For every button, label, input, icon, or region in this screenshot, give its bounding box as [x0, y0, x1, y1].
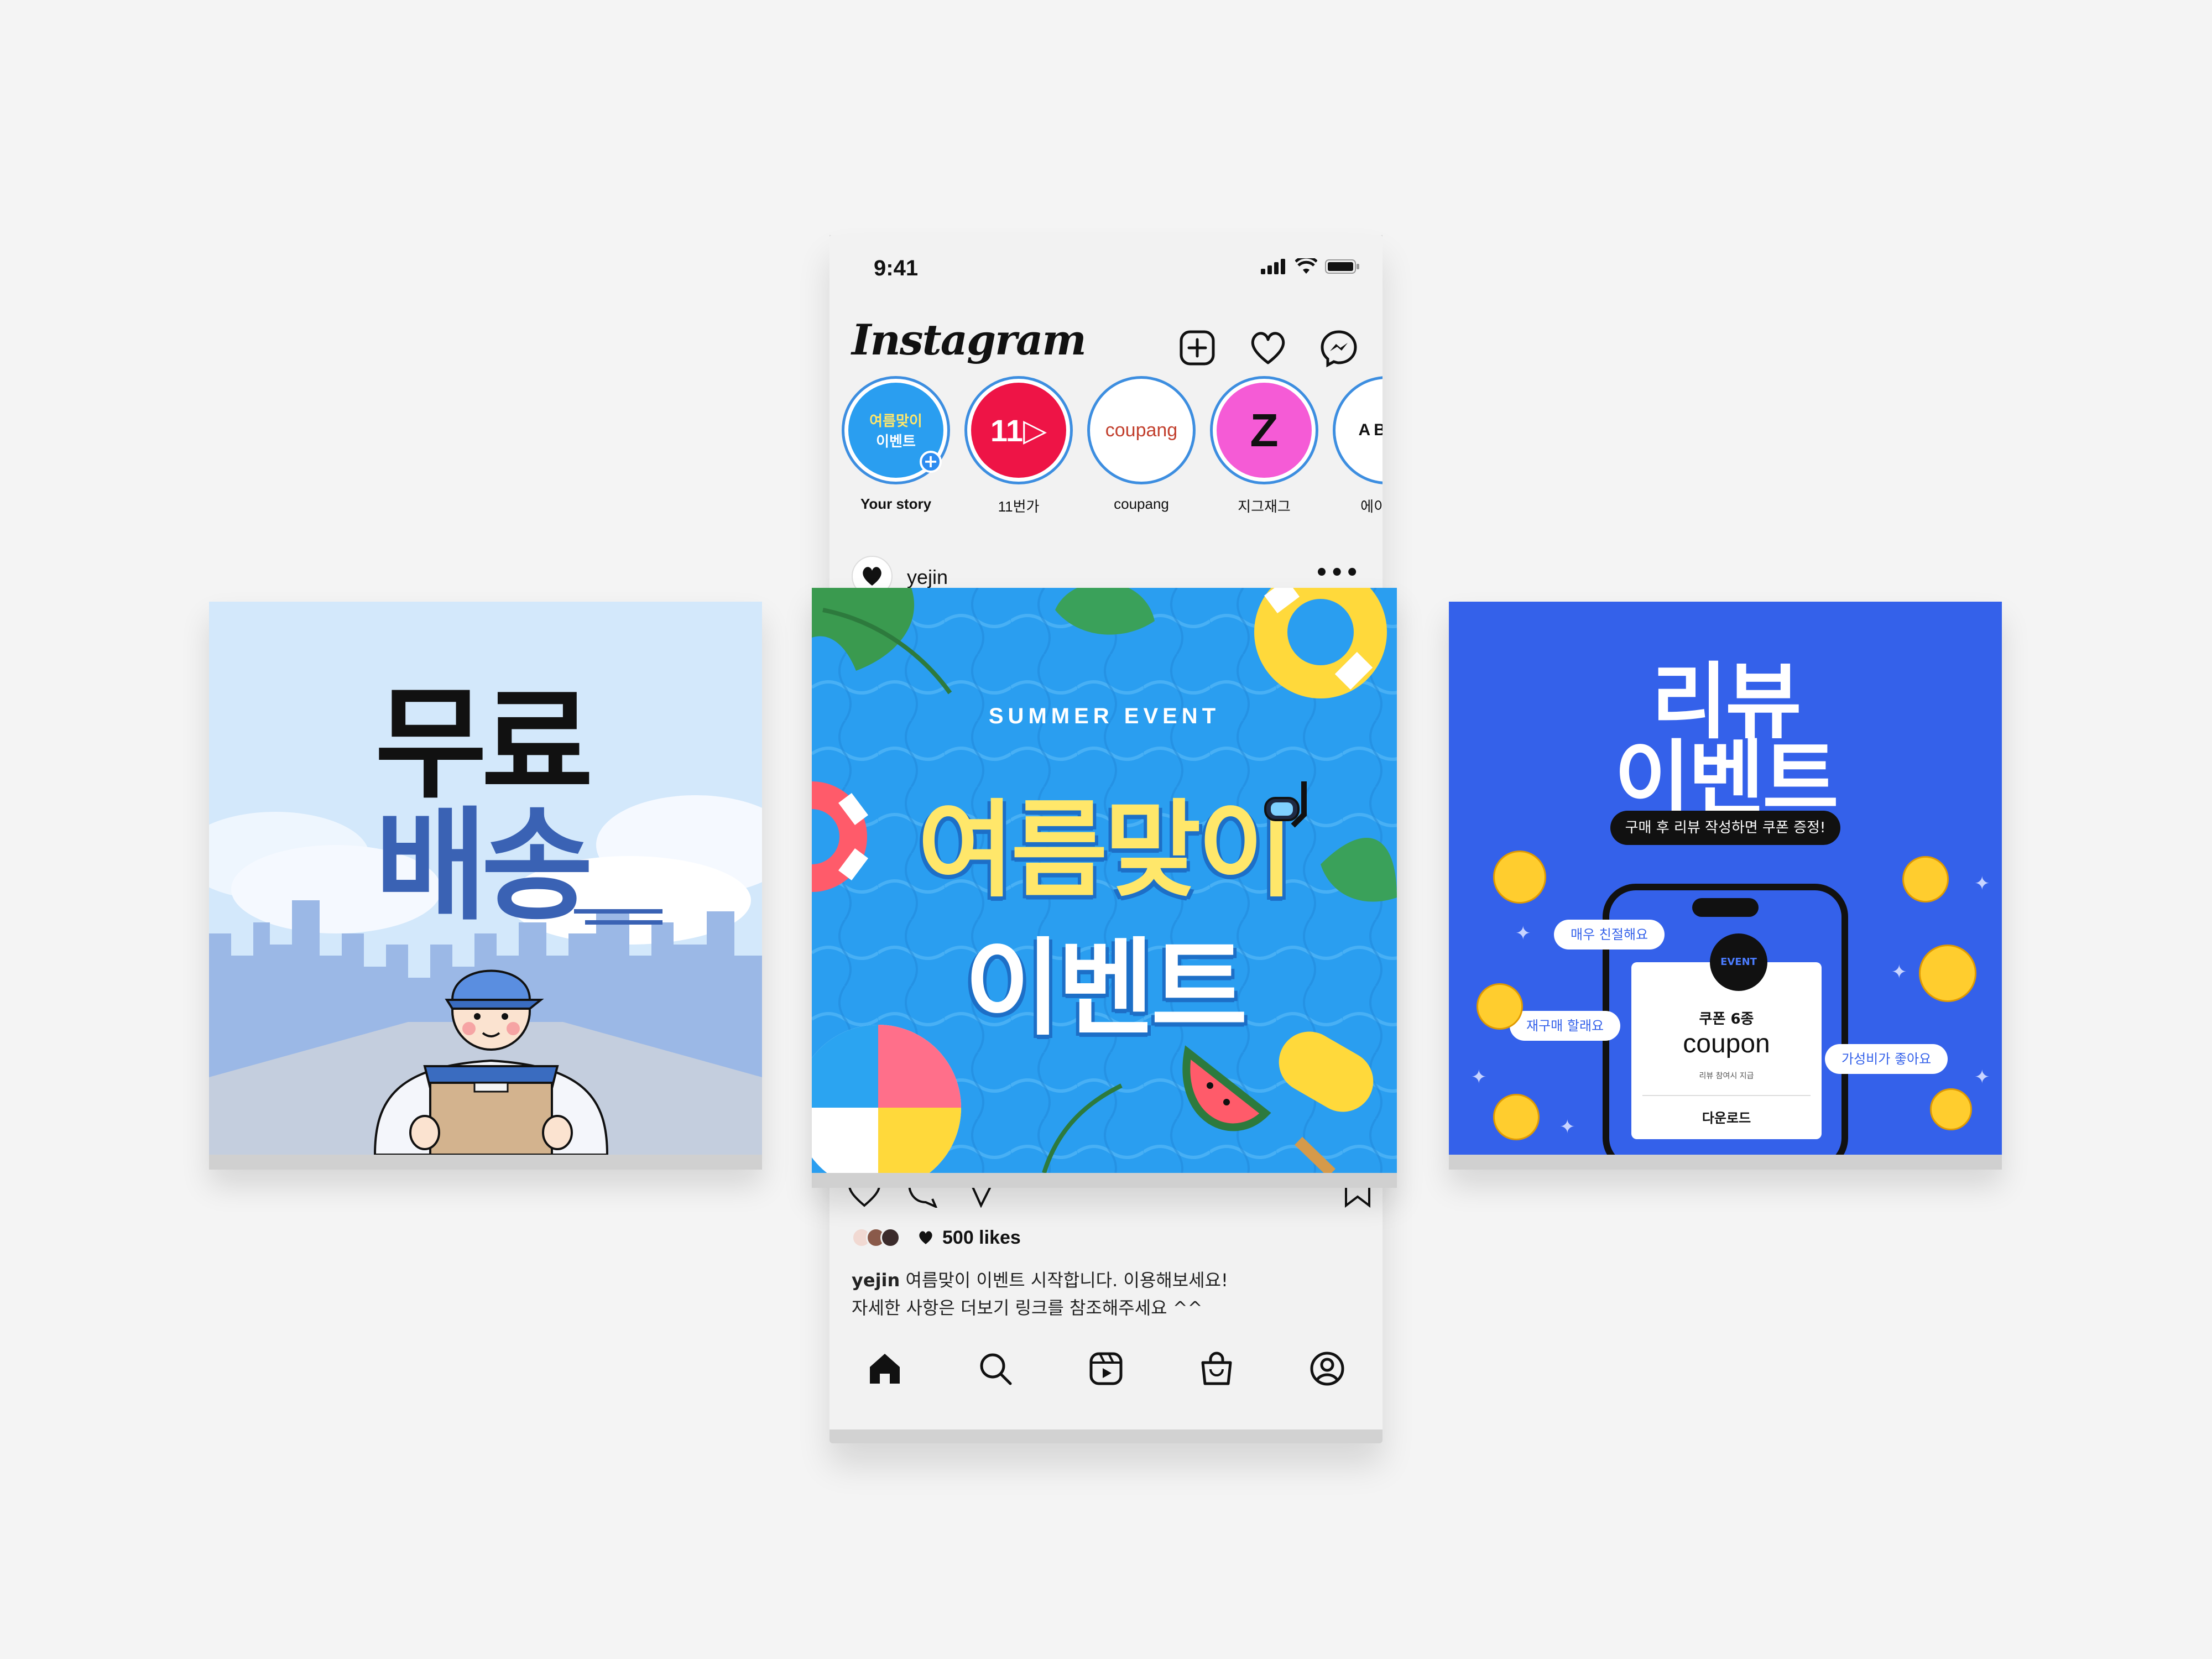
story-11st[interactable]: 11 ▷ 11번가	[963, 376, 1074, 516]
instagram-logo[interactable]: Instagram	[852, 315, 1087, 364]
sparkle-icon: ✦	[1891, 961, 1907, 983]
post-username[interactable]: yejin	[907, 566, 948, 589]
delivery-person-illustration	[373, 969, 609, 1155]
sparkle-icon: ✦	[1974, 1066, 1990, 1088]
phone-notch	[1692, 898, 1759, 917]
joy-emoji-icon	[1930, 1088, 1972, 1130]
coupon-divider	[1642, 1095, 1811, 1096]
cool-emoji-icon	[1477, 983, 1523, 1030]
story-zigzag[interactable]: Z 지그재그	[1209, 376, 1319, 516]
coupon-title: coupon	[1683, 1029, 1770, 1058]
caption-text: 여름맞이 이벤트 시작합니다. 이용해보세요!	[905, 1270, 1228, 1291]
story-avatar-ring: 여름맞이 이벤트 +	[842, 376, 950, 484]
summer-event-card[interactable]: SUMMER EVENT 여름맞이 이벤트	[812, 588, 1397, 1173]
stories-row: 여름맞이 이벤트 + Your story 11 ▷ 11번가 coupang	[841, 376, 1383, 520]
liked-by-avatars[interactable]	[852, 1228, 900, 1248]
bottom-tab-bar	[830, 1335, 1383, 1402]
review-bubble: 재구매 할래요	[1510, 1011, 1621, 1041]
add-story-icon[interactable]: +	[920, 451, 942, 473]
caption-text: 자세한 사항은 더보기 링크를 참조해주세요 ^^	[852, 1297, 1203, 1318]
grin-emoji-icon	[1493, 1094, 1540, 1140]
review-bubble: 가성비가 좋아요	[1825, 1044, 1948, 1074]
story-avatar-ring: 11 ▷	[964, 376, 1073, 484]
story-avatar-ring: ABLY	[1333, 376, 1383, 484]
story-label: 11번가	[998, 498, 1040, 515]
summer-event-label: SUMMER EVENT	[988, 704, 1220, 728]
story-avatar: Z	[1217, 383, 1312, 478]
event-badge: EVENT	[1710, 933, 1767, 991]
ably-logo: ABLY	[1358, 421, 1383, 439]
search-icon[interactable]	[976, 1349, 1015, 1388]
home-icon[interactable]	[865, 1349, 904, 1388]
story-avatar: ABLY	[1339, 383, 1383, 478]
snorkel-icon	[1264, 781, 1307, 828]
story-label: Your story	[860, 495, 932, 512]
sparkle-icon: ✦	[1471, 1066, 1487, 1088]
review-event-pill: 구매 후 리뷰 작성하면 쿠폰 증정!	[1610, 811, 1840, 845]
signal-icon	[1261, 259, 1285, 274]
status-time: 9:41	[874, 256, 919, 280]
caption-username[interactable]: yejin	[852, 1270, 900, 1291]
free-shipping-card: 무료 배송	[209, 602, 762, 1155]
story-ably[interactable]: ABLY 에이블리	[1332, 376, 1383, 516]
reels-icon[interactable]	[1087, 1349, 1125, 1388]
heart-avatar-icon	[863, 567, 881, 586]
story-label: 에이블리	[1360, 498, 1383, 515]
11st-logo: 11	[990, 413, 1024, 448]
messenger-icon[interactable]	[1317, 326, 1360, 369]
sparkle-icon: ✦	[1974, 873, 1990, 895]
story-coupang[interactable]: coupang coupang	[1086, 376, 1197, 513]
review-event-card[interactable]: 리뷰 이벤트 구매 후 리뷰 작성하면 쿠폰 증정! EVENT 쿠폰 6종 c…	[1449, 602, 2002, 1155]
wifi-icon	[1295, 258, 1317, 274]
sparkle-icon: ✦	[1515, 922, 1531, 945]
wink-emoji-icon	[1902, 856, 1949, 902]
header-actions	[1176, 326, 1360, 369]
sparkle-icon: ✦	[1559, 1116, 1575, 1138]
new-post-icon[interactable]	[1176, 326, 1219, 369]
coupon-count: 쿠폰 6종	[1699, 1011, 1754, 1027]
coupon-note: 리뷰 참여시 지급	[1699, 1072, 1754, 1081]
profile-icon[interactable]	[1308, 1349, 1347, 1388]
status-bar: 9:41	[830, 235, 1383, 296]
coupon-download-button[interactable]: 다운로드	[1631, 1107, 1822, 1126]
post-caption: yejin 여름맞이 이벤트 시작합니다. 이용해보세요! 자세한 사항은 더보…	[852, 1266, 1360, 1322]
shop-icon[interactable]	[1197, 1349, 1236, 1388]
coupang-logo: coupang	[1105, 419, 1178, 441]
likes-count[interactable]: 500 likes	[942, 1227, 1021, 1249]
like-heart-icon	[919, 1231, 932, 1244]
story-label: coupang	[1114, 495, 1169, 512]
laughing-emoji-icon	[1493, 851, 1546, 904]
likes-row: 500 likes	[852, 1224, 1360, 1251]
story-avatar-ring: coupang	[1087, 376, 1196, 484]
summer-event-title-line2: 이벤트	[964, 927, 1248, 1050]
zigzag-logo: Z	[1250, 404, 1279, 456]
arrow-icon: ▷	[1023, 412, 1047, 448]
story-thumb-text: 이벤트	[876, 434, 916, 450]
avatar	[880, 1228, 900, 1248]
battery-icon	[1325, 259, 1359, 274]
review-bubble: 매우 친절해요	[1554, 920, 1665, 950]
story-label: 지그재그	[1238, 498, 1291, 515]
story-your-story[interactable]: 여름맞이 이벤트 + Your story	[841, 376, 951, 513]
more-options-icon[interactable]: •••	[1314, 560, 1360, 586]
story-avatar-ring: Z	[1210, 376, 1318, 484]
coupon-card[interactable]: EVENT 쿠폰 6종 coupon 리뷰 참여시 지급 다운로드	[1631, 933, 1822, 1139]
heart-icon[interactable]	[1246, 326, 1290, 369]
app-header: Instagram	[830, 301, 1383, 384]
story-avatar: coupang	[1094, 383, 1189, 478]
heart-eyes-emoji-icon	[1919, 945, 1976, 1002]
story-thumb-text: 여름맞이	[869, 413, 922, 430]
story-avatar: 11 ▷	[971, 383, 1066, 478]
status-icons	[1261, 258, 1360, 275]
